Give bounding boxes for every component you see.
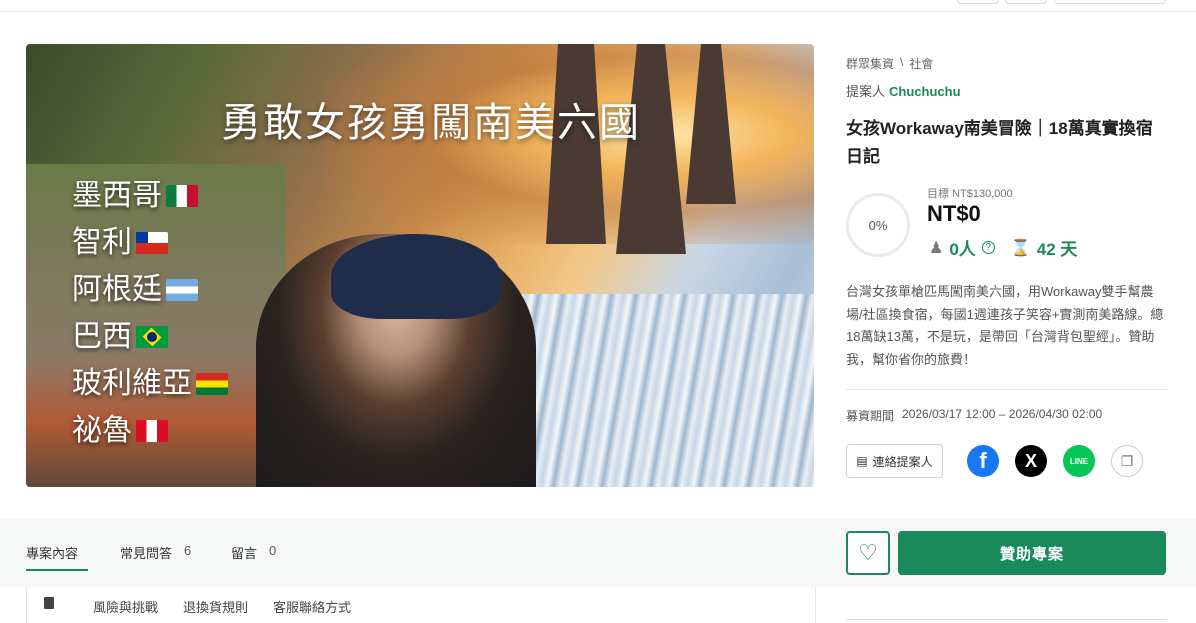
proposer-label: 提案人	[846, 84, 886, 99]
bolivia-flag-icon	[196, 372, 228, 395]
funding-period: 募資期間 2026/03/17 12:00 – 2026/04/30 02:00	[846, 407, 1168, 424]
country-item: 墨西哥	[72, 172, 228, 219]
cap	[331, 234, 501, 319]
contact-proposer-button[interactable]: ▤ 連絡提案人	[846, 444, 943, 478]
project-cover-image: 勇敢女孩勇闖南美六國 墨西哥 智利 阿根廷 巴西 玻利維亞 祕魯	[26, 44, 814, 487]
subnav-return-policy[interactable]: 退換貨規則	[183, 597, 248, 616]
period-label: 募資期間	[846, 409, 895, 423]
line-share-icon[interactable]: LINE	[1063, 445, 1095, 477]
active-tab-indicator	[26, 569, 88, 571]
goal-amount: 目標 NT$130,000	[927, 188, 1013, 200]
backer-count-row: ♟ 0人 ? ⌛ 42 天	[929, 235, 1077, 260]
chile-flag-icon	[136, 231, 168, 254]
heart-icon: ♡	[858, 540, 878, 565]
argentina-flag-icon	[166, 278, 198, 301]
country-name: 巴西	[72, 319, 132, 354]
country-name: 玻利維亞	[72, 366, 192, 401]
country-item: 玻利維亞	[72, 360, 228, 407]
hourglass-icon: ⌛	[1010, 239, 1031, 257]
breadcrumb-separator: \	[900, 55, 904, 69]
chat-icon: ▤	[856, 454, 868, 468]
country-list: 墨西哥 智利 阿根廷 巴西 玻利維亞 祕魯	[72, 172, 228, 454]
raised-amount: NT$0	[927, 201, 981, 226]
country-name: 阿根廷	[72, 272, 162, 307]
subnav-customer-service[interactable]: 客服聯絡方式	[273, 597, 351, 616]
subnav-risks[interactable]: 風險與挑戰	[93, 597, 158, 616]
favorite-button[interactable]: ♡	[846, 531, 890, 575]
country-item: 祕魯	[72, 407, 228, 454]
x-share-icon[interactable]: X	[1015, 445, 1047, 477]
brazil-flag-icon	[136, 325, 168, 348]
breadcrumb-category[interactable]: 社會	[909, 55, 933, 72]
contact-label: 連絡提案人	[872, 454, 933, 469]
project-title: 女孩Workaway南美冒險｜18萬真實換宿日記	[846, 119, 1153, 166]
tab-label: 專案內容	[26, 546, 79, 561]
progress-circle: 0%	[846, 193, 910, 257]
tab-count: 6	[184, 543, 192, 558]
copy-link-icon[interactable]: ❐	[1111, 445, 1143, 477]
country-item: 巴西	[72, 313, 228, 360]
proposer-name-link[interactable]: Chuchuchu	[889, 84, 961, 99]
tab-label: 常見問答	[120, 546, 173, 561]
person-icon: ♟	[929, 239, 944, 257]
top-navigation-bar	[0, 0, 1196, 12]
content-subnav: 風險與挑戰 退換貨規則 客服聯絡方式	[26, 587, 816, 623]
nav-button[interactable]	[957, 0, 999, 4]
reward-panel-edge	[846, 619, 1166, 623]
document-icon	[44, 597, 54, 609]
project-description: 台灣女孩單槍匹馬闖南美六國，用Workaway雙手幫農場/社區換食宿，每國1週連…	[846, 284, 1164, 367]
cover-title: 勇敢女孩勇闖南美六國	[221, 100, 641, 146]
funding-stats: 0% 目標 NT$130,000 NT$0 ♟ 0人 ? ⌛ 42 天	[846, 185, 1168, 275]
country-item: 阿根廷	[72, 266, 228, 313]
proposer: 提案人 Chuchuchu	[846, 81, 1168, 100]
progress-percent: 0%	[868, 217, 888, 233]
breadcrumb: 群眾集資 \ 社會	[846, 55, 1168, 72]
country-name: 智利	[72, 225, 132, 260]
mexico-flag-icon	[166, 184, 198, 207]
nav-button[interactable]	[1054, 0, 1166, 4]
project-info-panel: 群眾集資 \ 社會 提案人 Chuchuchu 女孩Workaway南美冒險｜18…	[846, 44, 1168, 484]
tab-project-content[interactable]: 專案內容	[26, 543, 78, 562]
country-name: 墨西哥	[72, 178, 162, 213]
tab-label: 留言	[231, 546, 258, 561]
tab-faq[interactable]: 常見問答 6	[120, 543, 191, 562]
share-actions: ▤ 連絡提案人 f X LINE ❐	[846, 444, 1168, 484]
divider	[846, 389, 1168, 390]
facebook-share-icon[interactable]: f	[967, 445, 999, 477]
country-name: 祕魯	[72, 413, 132, 448]
tab-comments[interactable]: 留言 0	[231, 543, 276, 562]
backer-count: 0人	[949, 240, 976, 259]
sponsor-button[interactable]: 贊助專案	[898, 531, 1166, 575]
breadcrumb-section[interactable]: 群眾集資	[846, 55, 894, 72]
country-item: 智利	[72, 219, 228, 266]
nav-button[interactable]	[1005, 0, 1047, 4]
help-icon[interactable]: ?	[981, 241, 995, 254]
days-left: 42 天	[1036, 240, 1078, 259]
period-dates: 2026/03/17 12:00 – 2026/04/30 02:00	[902, 407, 1103, 421]
tab-count: 0	[269, 543, 277, 558]
glacier-scene	[496, 294, 814, 487]
peru-flag-icon	[136, 419, 168, 442]
